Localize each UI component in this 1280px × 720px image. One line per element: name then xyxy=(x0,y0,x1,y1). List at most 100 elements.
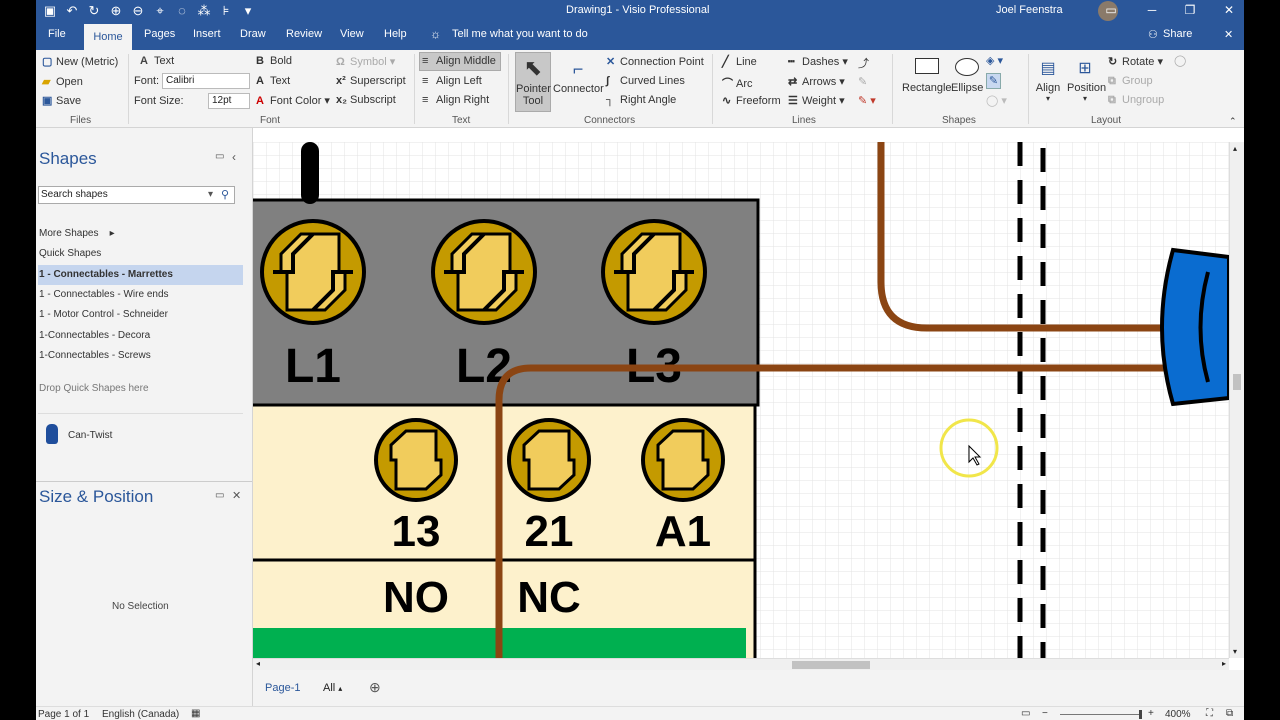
scroll-up-icon[interactable]: ▴ xyxy=(1233,144,1237,153)
align-button[interactable]: ▤ Align ▾ xyxy=(1034,56,1062,103)
new-button[interactable]: ▢ New (Metric) xyxy=(42,55,118,68)
right-angle-button[interactable]: ┐ Right Angle xyxy=(606,94,676,106)
tab-pages[interactable]: Pages xyxy=(144,28,175,40)
curved-lines-button[interactable]: ∫ Curved Lines xyxy=(606,75,685,87)
connector-button[interactable]: ⌐ Connector xyxy=(553,55,604,95)
pointer-tool-button[interactable]: ⬉ Pointer Tool xyxy=(515,52,551,112)
input-wire[interactable] xyxy=(301,142,319,204)
zoom-out-icon[interactable]: − xyxy=(1042,708,1048,719)
tab-help[interactable]: Help xyxy=(384,28,407,40)
terminal-21[interactable] xyxy=(507,418,591,502)
connection-point-button[interactable]: ✕ Connection Point xyxy=(606,55,704,68)
effects-icon[interactable]: ◯ ▾ xyxy=(986,94,1007,107)
pane-options-icon[interactable]: ▭ xyxy=(215,490,224,501)
align-left-button[interactable]: ≡ Align Left xyxy=(422,75,482,87)
line-button[interactable]: ╱ Line xyxy=(722,55,757,68)
rotate-button[interactable]: ↻ Rotate ▾ xyxy=(1108,55,1163,68)
save-button[interactable]: ▣ Save xyxy=(42,94,81,107)
ellipse-button[interactable]: Ellipse xyxy=(951,58,983,94)
stencil-item-wire-ends[interactable]: 1 - Connectables - Wire ends xyxy=(38,285,243,305)
tab-insert[interactable]: Insert xyxy=(193,28,221,40)
presentation-icon[interactable]: ▭ xyxy=(1021,708,1030,719)
group-icon[interactable]: ⁂ xyxy=(196,3,212,19)
shape-can-twist[interactable]: Can-Twist xyxy=(67,426,167,446)
vertical-scrollbar[interactable]: ▴ ▾ xyxy=(1229,142,1244,658)
circle-icon[interactable]: ◯ xyxy=(1174,54,1186,67)
terminal-l3[interactable] xyxy=(601,219,707,325)
tell-me-box[interactable]: Tell me what you want to do xyxy=(452,28,588,40)
terminal-13[interactable] xyxy=(374,418,458,502)
close-icon[interactable]: ✕ xyxy=(1222,3,1236,17)
rectangle-button[interactable]: Rectangle xyxy=(902,58,952,94)
customize-qat-icon[interactable]: ▾ xyxy=(240,3,256,19)
fit-page-icon[interactable]: ⌖ xyxy=(152,3,168,19)
scroll-right-icon[interactable]: ▸ xyxy=(1222,659,1226,668)
freeform-button[interactable]: ∿ Freeform xyxy=(722,94,781,107)
zoom-slider-thumb[interactable] xyxy=(1139,710,1142,719)
bold-button[interactable]: B Bold xyxy=(256,55,292,67)
tab-draw[interactable]: Draw xyxy=(240,28,266,40)
user-name[interactable]: Joel Feenstra xyxy=(996,4,1063,16)
align-middle-button[interactable]: ≡ Align Middle xyxy=(419,52,501,71)
pane-options-icon[interactable]: ▭ xyxy=(215,151,224,162)
weight-button[interactable]: ☰ Weight ▾ xyxy=(788,94,845,107)
minimize-icon[interactable]: ─ xyxy=(1145,3,1159,17)
ribbon-display-icon[interactable]: ▭ xyxy=(1104,3,1118,17)
quick-shapes-item[interactable]: Quick Shapes xyxy=(38,244,243,264)
zoom-out-icon[interactable]: ⊖ xyxy=(130,3,146,19)
language-indicator[interactable]: English (Canada) xyxy=(102,709,179,720)
terminal-a1[interactable] xyxy=(641,418,725,502)
font-name-combo[interactable]: Calibri xyxy=(162,73,250,89)
macro-icon[interactable]: ▦ xyxy=(191,708,200,719)
search-shapes-input[interactable]: Search shapes xyxy=(38,186,235,204)
dashes-button[interactable]: ┅ Dashes ▾ xyxy=(788,55,848,68)
arrows-button[interactable]: ⇄ Arrows ▾ xyxy=(788,75,845,88)
ungroup-button[interactable]: ⧉ Ungroup xyxy=(1108,94,1164,107)
scroll-thumb[interactable] xyxy=(792,661,870,669)
collapse-ribbon-icon[interactable]: ⌃ xyxy=(1229,116,1237,127)
chevron-down-icon[interactable]: ▾ xyxy=(208,189,213,200)
switch-windows-icon[interactable]: ⧉ xyxy=(1226,708,1233,719)
collapse-ribbon-icon[interactable]: ✕ xyxy=(1224,28,1233,41)
align-icon[interactable]: ⊧ xyxy=(218,3,234,19)
group-button[interactable]: ⧉ Group xyxy=(1108,75,1153,88)
terminal-l2[interactable] xyxy=(431,219,537,325)
subscript-button[interactable]: x₂ Subscript xyxy=(336,94,396,106)
symbol-button[interactable]: Ω Symbol ▾ xyxy=(336,55,395,68)
format-painter-icon[interactable]: ✎ xyxy=(858,75,867,88)
scroll-thumb[interactable] xyxy=(1233,374,1241,390)
drawing-canvas[interactable]: L1 L2 L3 13 21 A1 NO NC xyxy=(253,142,1229,658)
superscript-button[interactable]: x² Superscript xyxy=(336,75,406,87)
page-tab-1[interactable]: Page-1 xyxy=(265,682,300,694)
stencil-item-screws[interactable]: 1-Connectables - Screws xyxy=(38,346,243,366)
stencil-item-marrettes[interactable]: 1 - Connectables - Marrettes xyxy=(38,265,243,285)
font-size-combo[interactable]: 12pt xyxy=(208,93,250,109)
all-pages-menu[interactable]: All ▴ xyxy=(323,682,342,694)
position-button[interactable]: ⊞ Position ▾ xyxy=(1067,56,1106,103)
collapse-pane-icon[interactable]: ‹ xyxy=(232,150,236,164)
close-pane-icon[interactable]: ✕ xyxy=(232,489,241,502)
scroll-down-icon[interactable]: ▾ xyxy=(1233,647,1237,656)
tab-view[interactable]: View xyxy=(340,28,364,40)
zoom-in-icon[interactable]: + xyxy=(1148,708,1154,719)
stencil-item-motor-control[interactable]: 1 - Motor Control - Schneider xyxy=(38,305,243,325)
zoom-slider[interactable] xyxy=(1060,714,1142,715)
text-style-button[interactable]: A Text xyxy=(140,55,174,67)
share-button[interactable]: Share xyxy=(1163,28,1192,40)
fill-icon[interactable]: ◈ ▾ xyxy=(986,54,1003,67)
redo-icon[interactable]: ↻ xyxy=(86,3,102,19)
align-right-button[interactable]: ≡ Align Right xyxy=(422,94,489,106)
add-page-icon[interactable]: ⊕ xyxy=(369,679,381,696)
tab-home[interactable]: Home xyxy=(84,24,132,50)
text-button[interactable]: A Text xyxy=(256,75,290,87)
zoom-level[interactable]: 400% xyxy=(1165,709,1191,720)
tab-review[interactable]: Review xyxy=(286,28,322,40)
line-style-icon[interactable]: ⤴ xyxy=(858,55,869,71)
lasso-icon[interactable]: ◌ xyxy=(174,3,190,19)
line-color-icon[interactable]: ✎ ▾ xyxy=(858,94,876,107)
terminal-l1[interactable] xyxy=(260,219,366,325)
font-color-button[interactable]: A Font Color ▾ xyxy=(256,94,330,107)
page-indicator[interactable]: Page 1 of 1 xyxy=(38,709,89,720)
fit-to-window-icon[interactable]: ⛶ xyxy=(1206,708,1213,719)
open-button[interactable]: ▰ Open xyxy=(42,75,83,88)
